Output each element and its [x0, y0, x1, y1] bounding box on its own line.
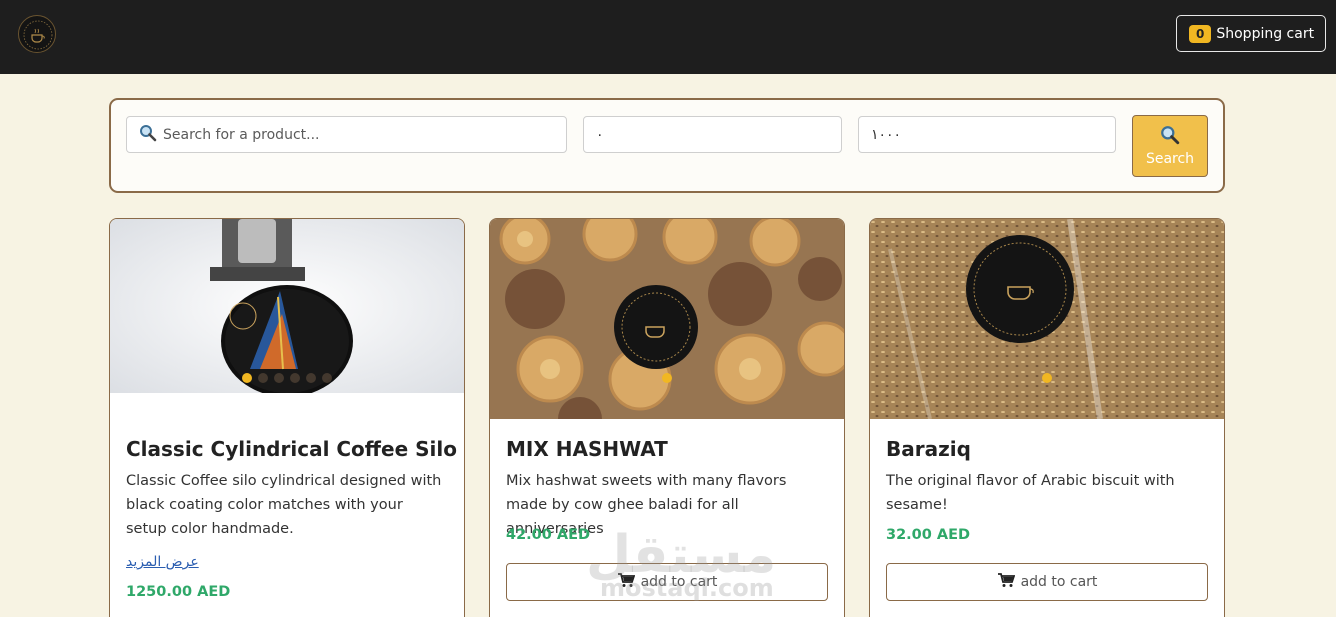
image-carousel-dots — [490, 373, 844, 383]
product-card: Classic Cylindrical Coffee Silo Classic … — [109, 218, 465, 617]
carousel-dot[interactable] — [306, 373, 316, 383]
add-to-cart-label: add to cart — [1020, 574, 1098, 590]
cart-label: Shopping cart — [1216, 25, 1315, 42]
product-card: Baraziq The original flavor of Arabic bi… — [869, 218, 1225, 617]
add-to-cart-button[interactable]: add to cart — [506, 563, 828, 601]
product-title: Classic Cylindrical Coffee Silo — [126, 437, 457, 461]
search-input[interactable]: Search for a product... — [126, 116, 567, 153]
show-more-link[interactable]: عرض المزيد — [126, 554, 199, 570]
search-placeholder: Search for a product... — [163, 126, 320, 143]
cart-count-badge: 0 — [1189, 24, 1212, 43]
search-button-label: Search — [1145, 151, 1195, 167]
carousel-dot[interactable] — [242, 373, 252, 383]
product-title: MIX HASHWAT — [506, 437, 668, 461]
product-filter-panel: Search for a product... ٠ ١٠٠٠ Search — [109, 98, 1225, 193]
search-icon — [1160, 125, 1180, 149]
shopping-cart-button[interactable]: 0 Shopping cart — [1176, 15, 1326, 52]
brand-logo[interactable] — [18, 15, 56, 53]
max-price-input[interactable]: ١٠٠٠ — [858, 116, 1116, 153]
product-price: 42.00 AED — [506, 527, 591, 543]
carousel-dot[interactable] — [290, 373, 300, 383]
carousel-dot[interactable] — [274, 373, 284, 383]
magnifier-icon — [139, 124, 157, 146]
carousel-dot[interactable] — [662, 373, 672, 383]
cart-icon — [997, 572, 1015, 592]
min-price-input[interactable]: ٠ — [583, 116, 842, 153]
image-carousel-dots — [110, 373, 464, 383]
product-image-mix-hashwat[interactable] — [490, 219, 844, 419]
max-price-value: ١٠٠٠ — [871, 126, 902, 143]
product-price: 32.00 AED — [886, 527, 971, 543]
carousel-dot[interactable] — [322, 373, 332, 383]
product-image-baraziq[interactable] — [870, 219, 1224, 419]
image-carousel-dots — [870, 373, 1224, 383]
product-image-coffee-silo[interactable] — [110, 219, 464, 393]
product-card: MIX HASHWAT Mix hashwat sweets with many… — [489, 218, 845, 617]
product-description: The original flavor of Arabic biscuit wi… — [886, 473, 1175, 513]
product-description: Classic Coffee silo cylindrical designed… — [126, 473, 442, 537]
cart-icon — [617, 572, 635, 592]
add-to-cart-button[interactable]: add to cart — [886, 563, 1208, 601]
search-button[interactable]: Search — [1132, 115, 1208, 177]
min-price-value: ٠ — [596, 126, 604, 143]
add-to-cart-label: add to cart — [640, 574, 718, 590]
top-navbar: 0 Shopping cart — [0, 0, 1336, 74]
product-title: Baraziq — [886, 437, 971, 461]
carousel-dot[interactable] — [258, 373, 268, 383]
carousel-dot[interactable] — [1042, 373, 1052, 383]
product-price: 1250.00 AED — [126, 584, 231, 600]
